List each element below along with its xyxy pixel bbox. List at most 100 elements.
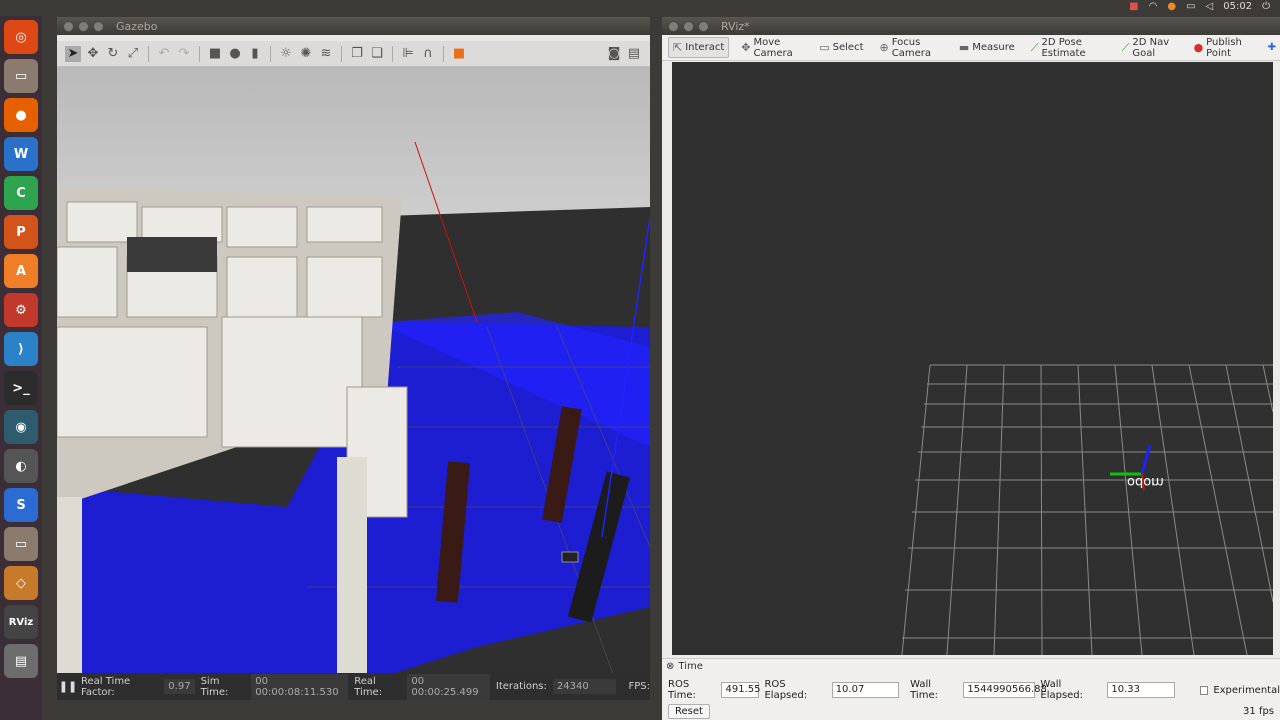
settings-icon[interactable]: ⚙ bbox=[4, 293, 38, 327]
files2-icon[interactable]: ▭ bbox=[4, 527, 38, 561]
snap-icon[interactable]: ∩ bbox=[420, 46, 436, 62]
fps-display: 31 fps bbox=[1243, 706, 1274, 717]
tool-measure[interactable]: ▬ Measure bbox=[955, 38, 1019, 57]
time-panel-header: ⊗ Time bbox=[666, 661, 703, 672]
tool-label: 2D Nav Goal bbox=[1132, 36, 1170, 59]
undo-icon[interactable]: ↶ bbox=[156, 46, 172, 62]
tool-label: Measure bbox=[972, 42, 1015, 53]
close-icon[interactable] bbox=[63, 20, 74, 32]
files-icon[interactable]: ▭ bbox=[4, 59, 38, 93]
toolbar-separator bbox=[148, 45, 149, 62]
box-shape-icon[interactable]: ■ bbox=[207, 46, 223, 62]
real-time-factor-label: Real Time Factor: bbox=[81, 675, 131, 698]
tool-focus-camera[interactable]: ⊕ Focus Camera bbox=[876, 34, 947, 62]
ros-time-label: ROS Time: bbox=[668, 679, 696, 701]
2d-nav-goal-icon: ⟋ bbox=[1121, 40, 1130, 54]
2d-pose-estimate-icon: ⟋ bbox=[1030, 40, 1039, 54]
terminal-icon[interactable]: >_ bbox=[4, 371, 38, 405]
close-icon[interactable] bbox=[668, 20, 679, 32]
wall-elapsed-label: Wall Elapsed: bbox=[1040, 679, 1084, 701]
cylinder-shape-icon[interactable]: ▮ bbox=[247, 46, 263, 62]
iterations-value: 24340 bbox=[552, 679, 617, 694]
simplenote-icon[interactable]: S bbox=[4, 488, 38, 522]
experimental-checkbox[interactable] bbox=[1199, 685, 1209, 695]
toolbar-separator bbox=[270, 45, 271, 62]
tool-2d-pose-estimate[interactable]: ⟋ 2D Pose Estimate bbox=[1027, 34, 1110, 62]
ros-time-field[interactable]: 491.55 bbox=[721, 682, 760, 698]
sim-time-value: 00 00:00:08:11.530 bbox=[251, 673, 349, 700]
directional-light-icon[interactable]: ≋ bbox=[318, 46, 334, 62]
gazebo-icon[interactable]: ◉ bbox=[4, 410, 38, 444]
tool-label: Move Camera bbox=[753, 36, 793, 59]
firefox-icon[interactable]: ● bbox=[4, 98, 38, 132]
wifi-icon[interactable]: ◠ bbox=[1149, 1, 1158, 12]
gazebo-3d-viewport[interactable] bbox=[57, 67, 650, 685]
power-icon[interactable]: ⏻ bbox=[1262, 1, 1270, 12]
minimize-icon[interactable] bbox=[683, 20, 694, 32]
update-icon[interactable]: ● bbox=[1167, 1, 1176, 12]
volume-icon[interactable]: ◁ bbox=[1206, 1, 1214, 12]
camera-icon[interactable]: ◐ bbox=[4, 449, 38, 483]
tool-2d-nav-goal[interactable]: ⟋ 2D Nav Goal bbox=[1118, 34, 1182, 62]
select-arrow-icon[interactable]: ➤ bbox=[65, 45, 81, 62]
screenshot-icon[interactable]: ◙ bbox=[606, 46, 622, 62]
change-view-icon[interactable]: ■ bbox=[451, 46, 467, 62]
copy-icon[interactable]: ❐ bbox=[349, 46, 365, 62]
ubuntu-dash-icon[interactable]: ◎ bbox=[4, 20, 38, 54]
tool-publish-point[interactable]: ● Publish Point bbox=[1190, 34, 1256, 62]
rotate-icon[interactable]: ↻ bbox=[105, 46, 121, 62]
wall-elapsed-field[interactable]: 10.33 bbox=[1107, 682, 1175, 698]
point-light-icon[interactable]: ☼ bbox=[278, 46, 294, 62]
impress-icon[interactable]: P bbox=[4, 215, 38, 249]
window-title: Gazebo bbox=[116, 19, 158, 33]
time-panel-close-icon[interactable]: ⊗ bbox=[666, 661, 674, 672]
tool-move-camera[interactable]: ✥ Move Camera bbox=[737, 34, 807, 62]
gazebo-titlebar[interactable]: Gazebo bbox=[57, 17, 650, 35]
rviz-3d-viewport[interactable]: odom bbox=[672, 62, 1273, 655]
wall-time-field[interactable]: 1544990566.88 bbox=[963, 682, 1047, 698]
box-icon[interactable]: ◇ bbox=[4, 566, 38, 600]
maximize-icon[interactable] bbox=[93, 20, 104, 32]
log-icon[interactable]: ▤ bbox=[626, 46, 642, 62]
rviz-titlebar[interactable]: RViz* bbox=[662, 17, 1280, 35]
rviz-window: RViz* ⇱ Interact ✥ Move Camera ▭ Select ⊕ Focus… bbox=[662, 17, 1280, 720]
time-panel-footer: Reset 31 fps bbox=[668, 704, 1274, 719]
trash-icon[interactable]: ▤ bbox=[4, 644, 38, 678]
toolbar-separator bbox=[443, 45, 444, 62]
publish-point-icon: ● bbox=[1193, 41, 1204, 54]
minimize-icon[interactable] bbox=[78, 20, 89, 32]
record-icon[interactable]: ■ bbox=[1129, 1, 1138, 12]
tool-interact[interactable]: ⇱ Interact bbox=[668, 37, 730, 58]
gazebo-scene bbox=[57, 67, 650, 685]
clock[interactable]: 05:02 bbox=[1223, 1, 1252, 12]
writer-icon[interactable]: W bbox=[4, 137, 38, 171]
ros-elapsed-field[interactable]: 10.07 bbox=[831, 682, 900, 698]
toolbar-separator bbox=[199, 45, 200, 62]
keyboard-icon[interactable]: ▭ bbox=[1186, 1, 1195, 12]
tool-select[interactable]: ▭ Select bbox=[815, 38, 867, 57]
rviz-icon[interactable]: RViz bbox=[4, 605, 38, 639]
scale-icon[interactable]: ⤢ bbox=[125, 46, 141, 62]
select-icon: ▭ bbox=[819, 41, 830, 54]
gazebo-status-bar: ❚❚ Real Time Factor: 0.97 Sim Time: 00 0… bbox=[57, 673, 650, 700]
calc-icon[interactable]: C bbox=[4, 176, 38, 210]
rviz-toolbar: ⇱ Interact ✥ Move Camera ▭ Select ⊕ Focus Camer… bbox=[662, 35, 1280, 61]
redo-icon[interactable]: ↷ bbox=[176, 46, 192, 62]
reset-button[interactable]: Reset bbox=[668, 704, 710, 719]
maximize-icon[interactable] bbox=[698, 20, 709, 32]
real-time-value: 00 00:00:25.499 bbox=[407, 673, 490, 700]
time-panel-title: Time bbox=[678, 661, 703, 672]
time-panel-fields: ROS Time: 491.55 ROS Elapsed: 10.07 Wall… bbox=[668, 679, 1280, 701]
spot-light-icon[interactable]: ✺ bbox=[298, 46, 314, 62]
add-tool-icon[interactable]: ✚ bbox=[1264, 39, 1280, 56]
sphere-shape-icon[interactable]: ● bbox=[227, 46, 243, 62]
align-icon[interactable]: ⊫ bbox=[400, 46, 416, 62]
pause-icon[interactable]: ❚❚ bbox=[59, 680, 77, 694]
vscode-icon[interactable]: ⟩ bbox=[4, 332, 38, 366]
rviz-grid-scene bbox=[901, 364, 1273, 655]
toolbar-separator bbox=[341, 45, 342, 62]
paste-icon[interactable]: ❏ bbox=[369, 46, 385, 62]
real-time-label: Real Time: bbox=[354, 675, 383, 698]
translate-icon[interactable]: ✥ bbox=[85, 46, 101, 62]
software-center-icon[interactable]: A bbox=[4, 254, 38, 288]
